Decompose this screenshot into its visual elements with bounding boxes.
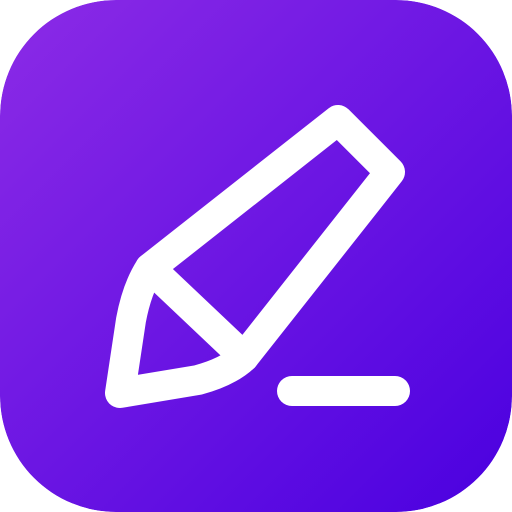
app-icon[interactable]: [0, 0, 512, 512]
app-icon-artwork: [0, 0, 512, 512]
icon-background: [0, 0, 512, 512]
